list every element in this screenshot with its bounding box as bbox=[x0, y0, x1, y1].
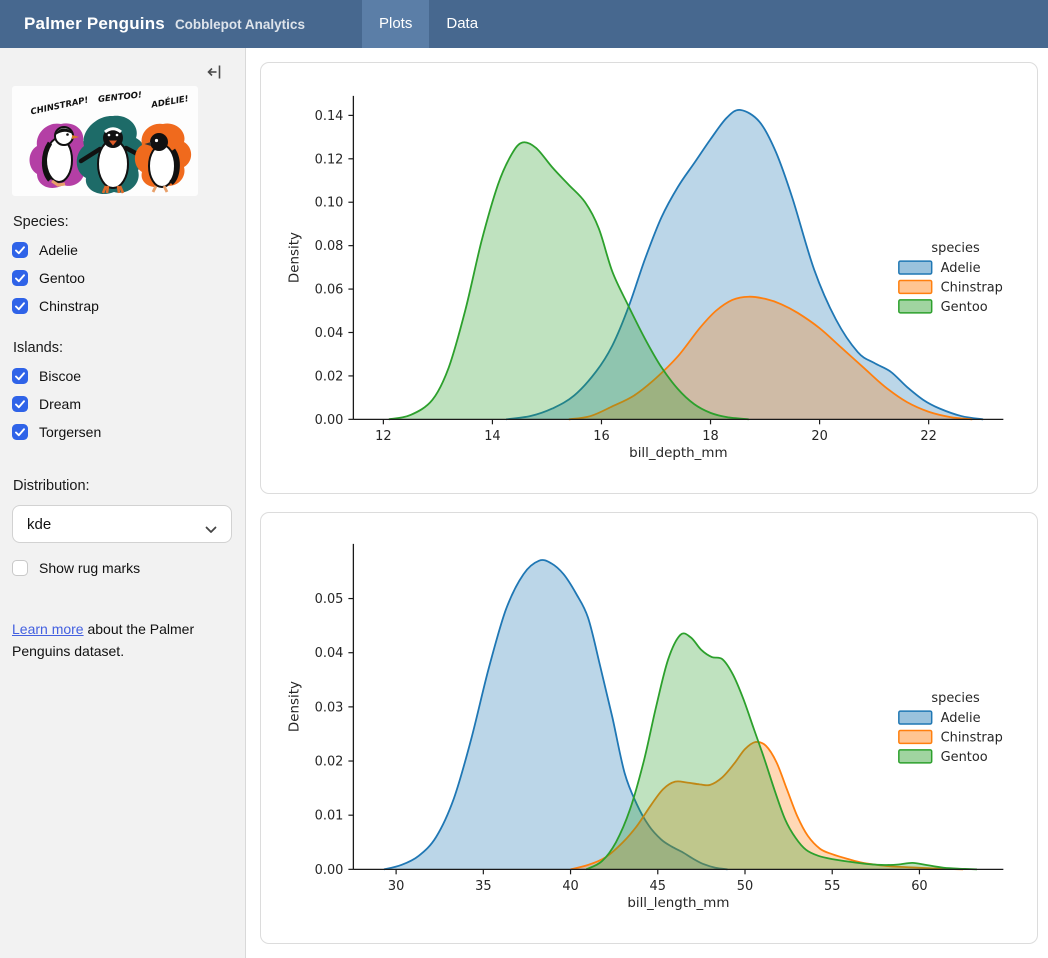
y-axis-label: Density bbox=[288, 681, 303, 732]
legend-label-gentoo: Gentoo bbox=[941, 750, 988, 765]
checkbox-row-chinstrap: Chinstrap bbox=[12, 298, 233, 314]
brand: Palmer Penguins Cobblepot Analytics bbox=[0, 14, 305, 34]
checkbox-row-gentoo: Gentoo bbox=[12, 270, 233, 286]
x-tick-label: 12 bbox=[375, 429, 391, 444]
y-tick-label: 0.04 bbox=[315, 646, 344, 661]
checkbox-adelie[interactable] bbox=[12, 242, 28, 258]
legend-title: species bbox=[931, 691, 980, 706]
checkbox-chinstrap[interactable] bbox=[12, 298, 28, 314]
check-icon bbox=[15, 400, 25, 409]
check-icon bbox=[15, 246, 25, 255]
distribution-selected-value: kde bbox=[27, 516, 51, 533]
chevron-down-icon bbox=[205, 521, 217, 539]
sidebar-collapse-icon[interactable] bbox=[206, 63, 224, 86]
islands-group-label: Islands: bbox=[13, 340, 233, 356]
x-axis-label: bill_length_mm bbox=[627, 896, 729, 911]
y-tick-label: 0.02 bbox=[315, 369, 344, 384]
y-tick-label: 0.10 bbox=[315, 196, 344, 211]
x-tick-label: 14 bbox=[484, 429, 500, 444]
legend-label-chinstrap: Chinstrap bbox=[941, 280, 1003, 295]
legend-title: species bbox=[931, 241, 980, 256]
y-tick-label: 0.05 bbox=[315, 592, 344, 607]
check-icon bbox=[15, 302, 25, 311]
checkbox-label-biscoe: Biscoe bbox=[39, 368, 81, 384]
x-tick-label: 45 bbox=[650, 879, 666, 894]
x-tick-label: 40 bbox=[562, 879, 578, 894]
penguin-artwork: CHINSTRAP! GENTOO! ADÉLIE! bbox=[12, 86, 198, 196]
nav-tabs: Plots Data bbox=[362, 0, 495, 48]
x-tick-label: 50 bbox=[737, 879, 753, 894]
checkbox-label-gentoo: Gentoo bbox=[39, 270, 85, 286]
app-title: Palmer Penguins bbox=[24, 14, 165, 34]
checkbox-torgersen[interactable] bbox=[12, 424, 28, 440]
x-tick-label: 55 bbox=[824, 879, 840, 894]
learn-more-link[interactable]: Learn more bbox=[12, 621, 84, 637]
x-tick-label: 35 bbox=[475, 879, 491, 894]
y-axis-label: Density bbox=[288, 232, 303, 283]
y-tick-label: 0.02 bbox=[315, 755, 344, 770]
legend-label-gentoo: Gentoo bbox=[941, 300, 988, 315]
main-content: 12 14 16 18 20 22 0.00 0.02 0.04 0.06 0.08 0.10 0.12… bbox=[246, 48, 1048, 958]
legend-swatch-chinstrap bbox=[899, 730, 932, 743]
check-icon bbox=[15, 428, 25, 437]
checkbox-dream[interactable] bbox=[12, 396, 28, 412]
bill-depth-kde-plot: 12 14 16 18 20 22 0.00 0.02 0.04 0.06 0.08 0.10 0.12… bbox=[261, 63, 1037, 493]
x-axis-label: bill_depth_mm bbox=[629, 446, 727, 461]
legend-swatch-adelie bbox=[899, 711, 932, 724]
dataset-note: Learn more about the Palmer Penguins dat… bbox=[12, 618, 226, 662]
checkbox-row-biscoe: Biscoe bbox=[12, 368, 233, 384]
legend-label-adelie: Adelie bbox=[941, 711, 981, 726]
rug-marks-label: Show rug marks bbox=[39, 560, 140, 576]
y-tick-label: 0.01 bbox=[315, 809, 344, 824]
legend-swatch-gentoo bbox=[899, 300, 932, 313]
bill-depth-plot-card: 12 14 16 18 20 22 0.00 0.02 0.04 0.06 0.08 0.10 0.12… bbox=[260, 62, 1038, 494]
checkbox-label-dream: Dream bbox=[39, 396, 81, 412]
x-tick-label: 30 bbox=[388, 879, 404, 894]
checkbox-gentoo[interactable] bbox=[12, 270, 28, 286]
checkbox-label-chinstrap: Chinstrap bbox=[39, 298, 99, 314]
legend-label-adelie: Adelie bbox=[941, 261, 981, 276]
y-tick-label: 0.00 bbox=[315, 413, 344, 428]
y-tick-label: 0.12 bbox=[315, 152, 344, 167]
legend-swatch-gentoo bbox=[899, 750, 932, 763]
legend-swatch-chinstrap bbox=[899, 280, 932, 293]
checkbox-rug-marks[interactable] bbox=[12, 560, 28, 576]
tab-plots[interactable]: Plots bbox=[362, 0, 429, 48]
y-tick-label: 0.03 bbox=[315, 700, 344, 715]
species-group-label: Species: bbox=[13, 214, 233, 230]
rug-marks-row: Show rug marks bbox=[12, 560, 233, 576]
checkbox-row-dream: Dream bbox=[12, 396, 233, 412]
legend-swatch-adelie bbox=[899, 261, 932, 274]
y-tick-label: 0.06 bbox=[315, 283, 344, 298]
x-tick-label: 60 bbox=[911, 879, 927, 894]
legend-label-chinstrap: Chinstrap bbox=[941, 730, 1003, 745]
sidebar: CHINSTRAP! GENTOO! ADÉLIE! Species: Adel… bbox=[0, 48, 246, 958]
x-tick-label: 16 bbox=[593, 429, 609, 444]
x-tick-label: 18 bbox=[702, 429, 718, 444]
checkbox-biscoe[interactable] bbox=[12, 368, 28, 384]
bill-length-kde-plot: 30 35 40 45 50 55 60 0.00 0.01 0.02 0.03 0.04 0.05 bi… bbox=[261, 513, 1037, 943]
distribution-label: Distribution: bbox=[13, 478, 233, 494]
checkbox-row-adelie: Adelie bbox=[12, 242, 233, 258]
navbar: Palmer Penguins Cobblepot Analytics Plot… bbox=[0, 0, 1048, 48]
y-tick-label: 0.08 bbox=[315, 239, 344, 254]
check-icon bbox=[15, 274, 25, 283]
bill-length-plot-card: 30 35 40 45 50 55 60 0.00 0.01 0.02 0.03 0.04 0.05 bi… bbox=[260, 512, 1038, 944]
app-subtitle: Cobblepot Analytics bbox=[175, 17, 305, 32]
y-tick-label: 0.00 bbox=[315, 863, 344, 878]
x-tick-label: 20 bbox=[811, 429, 827, 444]
distribution-select[interactable]: kde bbox=[12, 505, 232, 543]
check-icon bbox=[15, 372, 25, 381]
checkbox-label-adelie: Adelie bbox=[39, 242, 78, 258]
tab-data[interactable]: Data bbox=[429, 0, 495, 48]
y-tick-label: 0.14 bbox=[315, 109, 344, 124]
y-tick-label: 0.04 bbox=[315, 326, 344, 341]
x-tick-label: 22 bbox=[920, 429, 936, 444]
checkbox-row-torgersen: Torgersen bbox=[12, 424, 233, 440]
checkbox-label-torgersen: Torgersen bbox=[39, 424, 101, 440]
